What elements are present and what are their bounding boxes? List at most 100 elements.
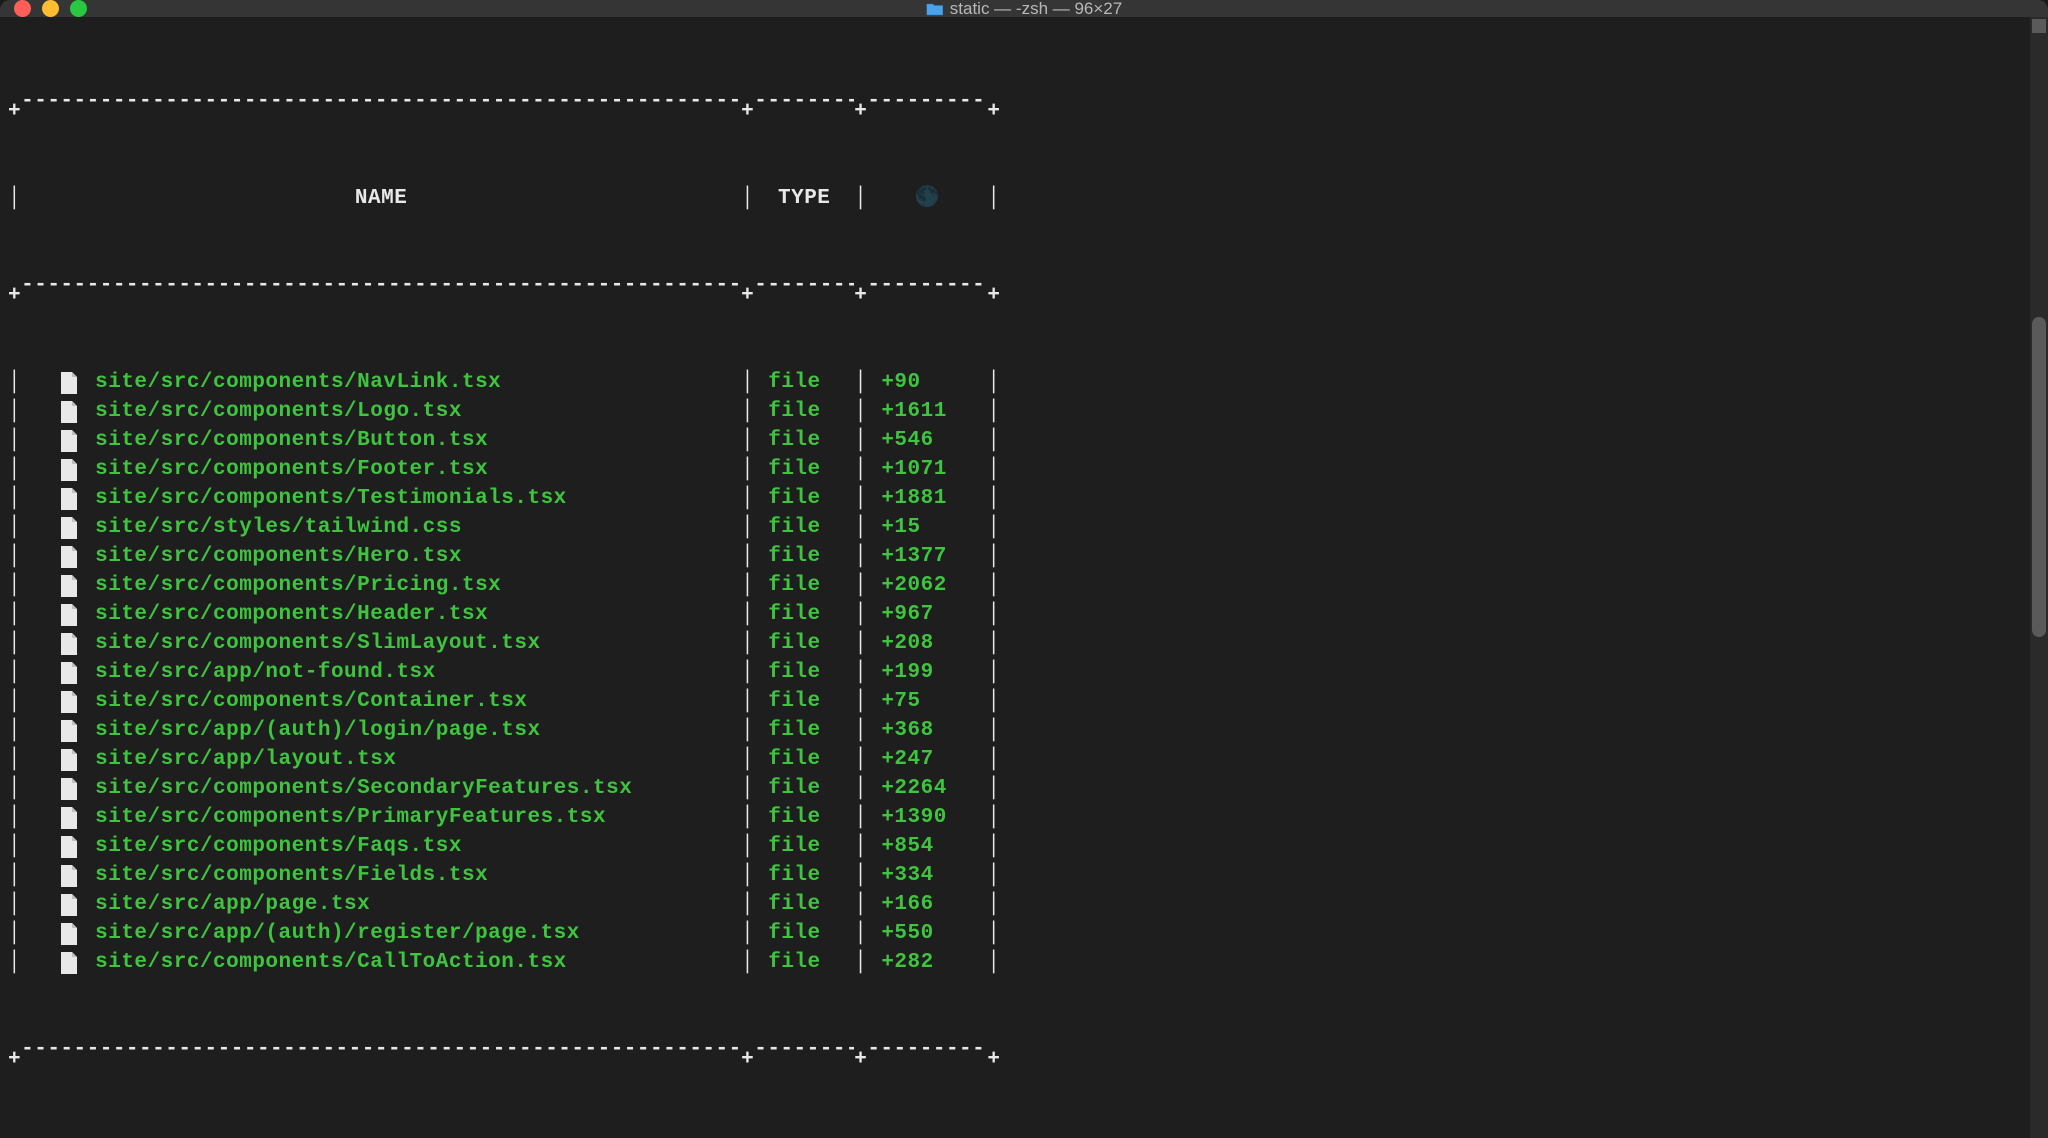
file-path: site/src/components/NavLink.tsx [95, 368, 501, 397]
cell-type: file [754, 600, 854, 629]
cell-count: +1881 [867, 484, 987, 513]
table-row: │ site/src/components/Footer.tsx│file│+1… [8, 455, 2040, 484]
file-icon [59, 922, 79, 946]
header-type: TYPE [754, 184, 854, 213]
file-path: site/src/components/Hero.tsx [95, 542, 462, 571]
moon-icon: 🌑 [915, 187, 940, 210]
cell-type: file [754, 629, 854, 658]
file-icon [59, 487, 79, 511]
file-icon [59, 719, 79, 743]
cell-type: file [754, 948, 854, 977]
file-icon [59, 748, 79, 772]
file-icon [59, 400, 79, 424]
cell-name: site/src/components/Button.tsx [21, 426, 741, 455]
maximize-button[interactable] [70, 0, 87, 17]
cell-name: site/src/components/SecondaryFeatures.ts… [21, 774, 741, 803]
cell-type: file [754, 774, 854, 803]
close-button[interactable] [14, 0, 31, 17]
file-path: site/src/components/CallToAction.tsx [95, 948, 567, 977]
file-path: site/src/components/Faqs.tsx [95, 832, 462, 861]
file-path: site/src/components/Pricing.tsx [95, 571, 501, 600]
cell-type: file [754, 890, 854, 919]
cell-count: +2062 [867, 571, 987, 600]
cell-count: +90 [867, 368, 987, 397]
file-path: site/src/app/(auth)/login/page.tsx [95, 716, 540, 745]
table-row: │ site/src/components/Logo.tsx│file│+161… [8, 397, 2040, 426]
minimize-button[interactable] [42, 0, 59, 17]
cell-type: file [754, 571, 854, 600]
table-row: │ site/src/components/SecondaryFeatures.… [8, 774, 2040, 803]
scrollbar-thumb[interactable] [2032, 317, 2046, 637]
table-header-row: │NAME│TYPE│🌑│ [8, 184, 2040, 213]
cell-type: file [754, 658, 854, 687]
file-path: site/src/components/Footer.tsx [95, 455, 488, 484]
folder-icon [926, 2, 944, 16]
cell-type: file [754, 716, 854, 745]
traffic-lights [14, 0, 87, 17]
cell-count: +1390 [867, 803, 987, 832]
table-border-top: +---------------------------------------… [8, 87, 2040, 126]
cell-count: +2264 [867, 774, 987, 803]
cell-count: +166 [867, 890, 987, 919]
cell-count: +208 [867, 629, 987, 658]
cell-name: site/src/components/Testimonials.tsx [21, 484, 741, 513]
file-path: site/src/app/page.tsx [95, 890, 370, 919]
cell-type: file [754, 861, 854, 890]
cell-count: +1071 [867, 455, 987, 484]
file-icon [59, 429, 79, 453]
cell-type: file [754, 542, 854, 571]
cell-name: site/src/components/Faqs.tsx [21, 832, 741, 861]
file-path: site/src/components/Button.tsx [95, 426, 488, 455]
file-path: site/src/styles/tailwind.css [95, 513, 462, 542]
file-path: site/src/app/(auth)/register/page.tsx [95, 919, 580, 948]
table-rows: │ site/src/components/NavLink.tsx│file│+… [8, 368, 2040, 977]
cell-name: site/src/app/(auth)/login/page.tsx [21, 716, 741, 745]
file-icon [59, 574, 79, 598]
cell-count: +75 [867, 687, 987, 716]
table-row: │ site/src/components/CallToAction.tsx│f… [8, 948, 2040, 977]
file-icon [59, 632, 79, 656]
cell-type: file [754, 455, 854, 484]
file-icon [59, 777, 79, 801]
table-row: │ site/src/components/SlimLayout.tsx│fil… [8, 629, 2040, 658]
cell-type: file [754, 803, 854, 832]
cell-count: +199 [867, 658, 987, 687]
table-row: │ site/src/components/NavLink.tsx│file│+… [8, 368, 2040, 397]
table-row: │ site/src/app/(auth)/login/page.tsx│fil… [8, 716, 2040, 745]
terminal-body[interactable]: +---------------------------------------… [0, 17, 2048, 1138]
file-icon [59, 893, 79, 917]
cell-count: +967 [867, 600, 987, 629]
table-row: │ site/src/components/Faqs.tsx│file│+854… [8, 832, 2040, 861]
file-icon [59, 690, 79, 714]
file-icon [59, 806, 79, 830]
file-path: site/src/components/SlimLayout.tsx [95, 629, 540, 658]
scrollbar-cap-top [2032, 19, 2046, 33]
cell-name: site/src/components/Hero.tsx [21, 542, 741, 571]
file-path: site/src/components/Fields.tsx [95, 861, 488, 890]
cell-type: file [754, 397, 854, 426]
cell-type: file [754, 745, 854, 774]
file-path: site/src/components/Testimonials.tsx [95, 484, 567, 513]
cell-name: site/src/components/PrimaryFeatures.tsx [21, 803, 741, 832]
cell-name: site/src/styles/tailwind.css [21, 513, 741, 542]
table-row: │ site/src/components/Button.tsx│file│+5… [8, 426, 2040, 455]
file-path: site/src/app/not-found.tsx [95, 658, 436, 687]
table-row: │ site/src/components/Header.tsx│file│+9… [8, 600, 2040, 629]
cell-count: +1377 [867, 542, 987, 571]
cell-name: site/src/components/CallToAction.tsx [21, 948, 741, 977]
file-path: site/src/components/Logo.tsx [95, 397, 462, 426]
cell-name: site/src/components/NavLink.tsx [21, 368, 741, 397]
window-titlebar: static — -zsh — 96×27 [0, 0, 2048, 17]
file-icon [59, 661, 79, 685]
file-icon [59, 864, 79, 888]
cell-count: +334 [867, 861, 987, 890]
file-path: site/src/components/SecondaryFeatures.ts… [95, 774, 632, 803]
scrollbar-track[interactable] [2030, 17, 2048, 1138]
table-border-bottom: +---------------------------------------… [8, 1035, 2040, 1074]
header-count: 🌑 [867, 184, 987, 213]
cell-count: +550 [867, 919, 987, 948]
terminal-window: static — -zsh — 96×27 +-----------------… [0, 0, 2048, 1122]
cell-type: file [754, 832, 854, 861]
table-row: │ site/src/app/(auth)/register/page.tsx│… [8, 919, 2040, 948]
cell-count: +368 [867, 716, 987, 745]
